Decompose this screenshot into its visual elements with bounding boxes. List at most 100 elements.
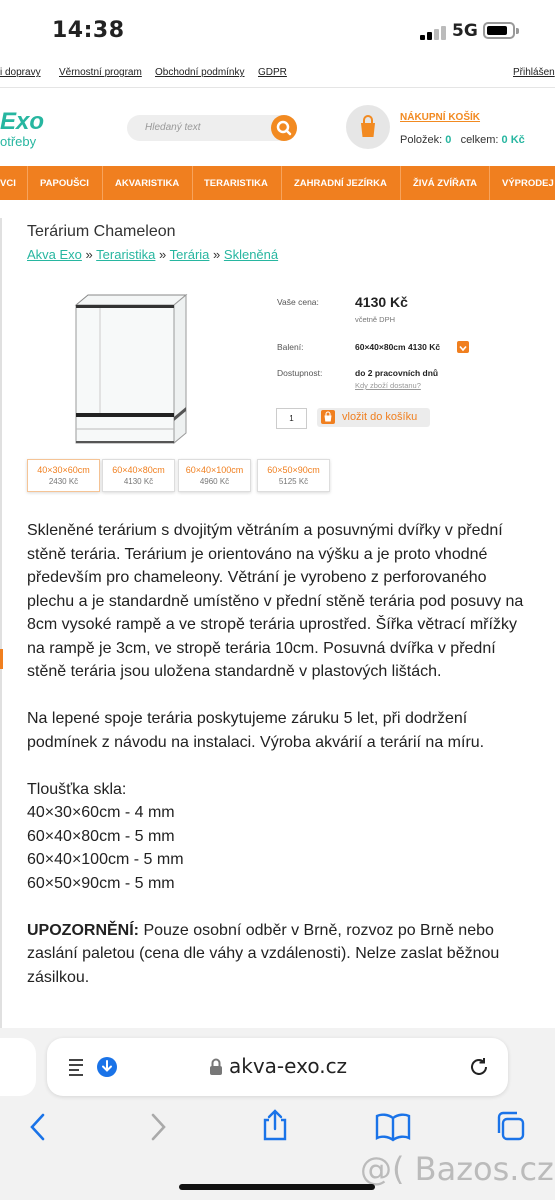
shopping-bag-icon	[361, 115, 375, 137]
share-icon[interactable]	[260, 1108, 290, 1142]
download-icon[interactable]	[96, 1056, 118, 1078]
link-doprava[interactable]: i dopravy	[0, 67, 41, 78]
signal-icon	[420, 24, 446, 40]
search-icon	[276, 120, 292, 136]
battery-icon	[483, 22, 519, 39]
variant-price: 4960 Kč	[199, 477, 230, 486]
menu-divider	[192, 166, 193, 200]
thickness-item: 60×40×100cm - 5 mm	[27, 851, 184, 868]
menu-item-ziva-zvirata[interactable]: ŽIVÁ ZVÍŘATA	[413, 178, 477, 189]
forward-icon[interactable]	[146, 1112, 170, 1142]
link-obchodni-podminky[interactable]: Obchodní podmínky	[155, 67, 245, 78]
menu-divider	[27, 166, 28, 200]
product-image[interactable]	[70, 291, 192, 447]
breadcrumb-akva-exo[interactable]: Akva Exo	[27, 247, 82, 262]
variant-option[interactable]: 40×30×60cm 2430 Kč	[27, 459, 100, 492]
menu-divider	[489, 166, 490, 200]
product-price: 4130 Kč	[355, 294, 408, 310]
thickness-item: 60×50×90cm - 5 mm	[27, 874, 175, 892]
thickness-item: 60×40×80cm - 5 mm	[27, 827, 175, 845]
breadcrumb-separator: »	[85, 247, 93, 262]
variant-price: 5125 Kč	[278, 477, 309, 486]
network-label: 5G	[452, 21, 478, 41]
url-text[interactable]: akva-exo.cz	[229, 1054, 347, 1078]
lock-icon	[210, 1058, 222, 1075]
menu-item-akvaristika[interactable]: AKVARISTIKA	[115, 178, 179, 189]
breadcrumb-teraristika[interactable]: Teraristika	[96, 247, 155, 262]
previous-tab-card[interactable]	[0, 1038, 36, 1096]
breadcrumb-separator: »	[213, 247, 221, 262]
logo-subtitle: otřeby	[0, 134, 37, 149]
availability-value: do 2 pracovních dnů	[355, 368, 439, 378]
chevron-down-icon[interactable]	[457, 341, 469, 353]
vat-note: včetně DPH	[355, 315, 396, 324]
menu-divider	[281, 166, 282, 200]
back-icon[interactable]	[26, 1112, 50, 1142]
link-vernostni-program[interactable]: Věrnostní program	[59, 67, 142, 78]
product-title: Terárium Chameleon	[27, 223, 176, 240]
breadcrumb-separator: »	[159, 247, 167, 262]
menu-item-vyprodej[interactable]: VÝPRODEJ	[502, 178, 554, 189]
menu-divider	[400, 166, 401, 200]
cart-summary: Položek: 0 celkem: 0 Kč	[400, 134, 525, 146]
cart-items-label: Položek:	[400, 134, 443, 146]
search-button[interactable]	[271, 115, 297, 141]
variant-dimension: 60×40×100cm	[185, 465, 244, 475]
warning-paragraph: UPOZORNĚNÍ: Pouze osobní odběr v Brně, r…	[27, 919, 532, 990]
cart-button[interactable]	[346, 105, 390, 149]
variant-option[interactable]: 60×40×100cm 4960 Kč	[178, 459, 251, 492]
pack-label: Balení:	[277, 342, 304, 352]
left-rail	[0, 218, 2, 1028]
cart-title[interactable]: NÁKUPNÍ KOŠÍK	[400, 112, 480, 123]
variant-option[interactable]: 60×40×80cm 4130 Kč	[102, 459, 175, 492]
description-paragraph: Skleněné terárium s dvojitým větráním a …	[27, 522, 524, 680]
home-indicator[interactable]	[179, 1184, 375, 1190]
search-box[interactable]: Hledaný text	[127, 115, 297, 141]
add-to-cart-label: vložit do košíku	[342, 411, 418, 423]
link-gdpr[interactable]: GDPR	[258, 67, 287, 78]
cart-total-label: celkem:	[460, 134, 499, 146]
add-to-cart-button[interactable]: vložit do košíku	[317, 408, 430, 427]
breadcrumb-sklenena[interactable]: Skleněná	[224, 247, 278, 262]
search-input[interactable]: Hledaný text	[145, 122, 201, 133]
cart-items-count: 0	[445, 134, 452, 146]
variant-dimension: 60×50×90cm	[267, 465, 320, 475]
warranty-paragraph: Na lepené spoje terária poskytujeme záru…	[27, 710, 485, 751]
top-links: i dopravy Věrnostní program Obchodní pod…	[0, 60, 555, 88]
main-menu: VCI PAPOUŠCI AKVARISTIKA TERARISTIKA ZAH…	[0, 166, 555, 200]
cart-total: 0 Kč	[501, 134, 525, 146]
link-prihlaseni[interactable]: Přihlášen	[513, 67, 555, 78]
menu-item-zahradni-jezirka[interactable]: ZAHRADNÍ JEZÍRKA	[294, 178, 387, 189]
variant-dimension: 60×40×80cm	[112, 465, 165, 475]
warning-label: UPOZORNĚNÍ:	[27, 921, 139, 939]
left-rail-marker	[0, 649, 3, 669]
site-header: Exo otřeby Hledaný text NÁKUPNÍ KOŠÍK Po…	[0, 88, 555, 166]
variant-option[interactable]: 60×50×90cm 5125 Kč	[257, 459, 330, 492]
variant-price: 4130 Kč	[123, 477, 154, 486]
logo[interactable]: Exo	[0, 108, 44, 136]
menu-item-vci[interactable]: VCI	[0, 178, 16, 189]
thickness-item: 40×30×60cm - 4 mm	[27, 804, 175, 821]
breadcrumb: Akva Exo » Teraristika » Terária » Sklen…	[27, 247, 278, 262]
reload-icon[interactable]	[467, 1055, 491, 1079]
variant-price: 2430 Kč	[48, 477, 79, 486]
breadcrumb-teraria[interactable]: Terária	[170, 247, 210, 262]
status-bar: 14:38 5G	[0, 0, 555, 60]
availability-label: Dostupnost:	[277, 368, 323, 378]
pack-select[interactable]: 60×40×80cm 4130 Kč	[355, 342, 440, 352]
delivery-info-link[interactable]: Kdy zboží dostanu?	[355, 381, 421, 390]
tabs-icon[interactable]	[494, 1110, 526, 1142]
address-bar[interactable]: akva-exo.cz	[47, 1038, 508, 1096]
quantity-input[interactable]: 1	[276, 408, 307, 429]
shopping-bag-icon	[321, 410, 335, 424]
price-label: Vaše cena:	[277, 297, 319, 307]
watermark-logo: @( Bazos.cz	[360, 1150, 554, 1188]
variant-dimension: 40×30×60cm	[37, 465, 90, 475]
bookmarks-icon[interactable]	[375, 1112, 411, 1142]
menu-item-teraristika[interactable]: TERARISTIKA	[204, 178, 268, 189]
clock: 14:38	[52, 18, 125, 43]
product-description: Skleněné terárium s dvojitým větráním a …	[27, 519, 532, 989]
menu-divider	[102, 166, 103, 200]
page-menu-icon[interactable]	[67, 1056, 89, 1078]
menu-item-papousci[interactable]: PAPOUŠCI	[40, 178, 89, 189]
